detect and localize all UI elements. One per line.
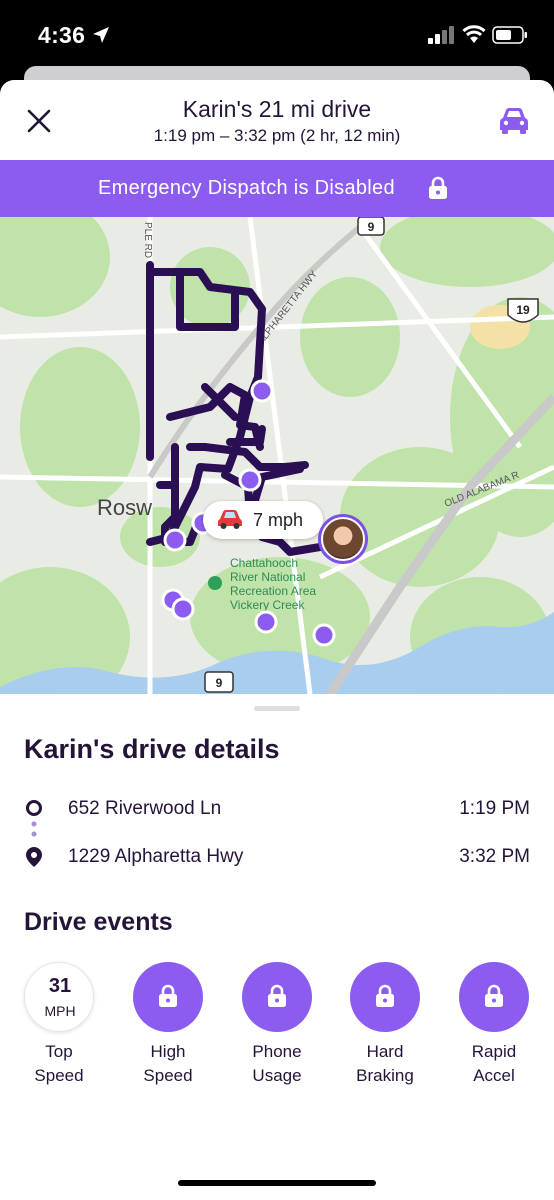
drive-title: Karin's 21 mi drive xyxy=(182,96,372,122)
location-arrow-icon xyxy=(93,27,109,43)
stop-marker[interactable] xyxy=(238,468,262,492)
maple-rd-label: PLE RD xyxy=(142,222,153,258)
battery-icon xyxy=(492,26,527,44)
drive-details-title: Karin's drive details xyxy=(24,734,280,764)
roswell-label: Rosw xyxy=(97,495,152,520)
home-indicator[interactable] xyxy=(178,1180,376,1186)
phone-usage-label: Phone Usage xyxy=(252,1042,302,1085)
header: Karin's 21 mi drive 1:19 pm – 3:32 pm (2… xyxy=(0,80,554,160)
start-point-icon xyxy=(26,800,42,816)
event-rapid-accel[interactable]: Rapid Accel xyxy=(448,962,540,1092)
end-address: 1229 Alpharetta Hwy xyxy=(68,846,244,867)
emergency-dispatch-banner[interactable]: Emergency Dispatch is Disabled xyxy=(0,160,554,217)
lock-icon xyxy=(429,176,447,199)
route-dots xyxy=(31,821,37,837)
lock-icon xyxy=(376,984,394,1007)
start-row: 652 Riverwood Ln 1:19 PM xyxy=(0,794,554,824)
driver-avatar[interactable] xyxy=(318,514,368,564)
hard-braking-label: Hard Braking xyxy=(356,1042,414,1085)
rapid-accel-label: Rapid Accel xyxy=(471,1042,517,1085)
top-speed-badge: 31 MPH xyxy=(24,962,94,1032)
stop-marker[interactable] xyxy=(312,623,336,647)
drive-events-title: Drive events xyxy=(24,908,173,936)
status-time: 4:36 xyxy=(38,22,86,48)
map-canvas: 9 19 9 ALPHARETTA HWY OLD ALABAMA R PLE … xyxy=(0,217,554,694)
park-icon xyxy=(208,576,222,590)
stop-marker[interactable] xyxy=(163,528,187,552)
lock-icon xyxy=(268,984,286,1007)
start-time: 1:19 PM xyxy=(459,798,530,819)
cellular-signal-icon xyxy=(428,26,454,44)
lock-icon xyxy=(159,984,177,1007)
top-speed-unit: MPH xyxy=(44,1003,76,1019)
speed-chip: 7 mph xyxy=(203,501,323,539)
phone-usage-badge xyxy=(242,962,312,1032)
car-icon[interactable] xyxy=(498,106,530,136)
drive-map[interactable]: 9 19 9 ALPHARETTA HWY OLD ALABAMA R PLE … xyxy=(0,217,554,694)
drive-sheet: Karin's 21 mi drive 1:19 pm – 3:32 pm (2… xyxy=(0,80,554,1200)
highway-9-bottom-label: 9 xyxy=(216,676,223,690)
stop-marker[interactable] xyxy=(171,597,195,621)
sheet-grabber[interactable] xyxy=(254,706,300,711)
event-high-speed[interactable]: High Speed xyxy=(122,962,214,1092)
rapid-accel-badge xyxy=(459,962,529,1032)
top-speed-label: Top Speed xyxy=(34,1042,84,1085)
emergency-dispatch-text: Emergency Dispatch is Disabled xyxy=(98,177,395,199)
current-speed: 7 mph xyxy=(253,510,304,530)
screen: 4:36 Karin's 21 mi drive 1:19 pm – 3:32 … xyxy=(0,0,554,1200)
high-speed-badge xyxy=(133,962,203,1032)
top-speed-value: 31 xyxy=(48,975,72,997)
event-hard-braking[interactable]: Hard Braking xyxy=(339,962,431,1092)
drive-time-range: 1:19 pm – 3:32 pm (2 hr, 12 min) xyxy=(153,126,401,145)
hard-braking-badge xyxy=(350,962,420,1032)
start-address: 652 Riverwood Ln xyxy=(68,798,222,819)
high-speed-label: High Speed xyxy=(143,1042,193,1085)
event-top-speed[interactable]: 31 MPH Top Speed xyxy=(13,962,105,1092)
status-bar: 4:36 xyxy=(0,0,554,70)
stop-marker[interactable] xyxy=(254,610,278,634)
wifi-icon xyxy=(462,25,486,43)
end-time: 3:32 PM xyxy=(459,846,530,867)
end-pin-icon xyxy=(26,847,42,867)
event-phone-usage[interactable]: Phone Usage xyxy=(231,962,323,1092)
lock-icon xyxy=(485,984,503,1007)
us-19-label: 19 xyxy=(516,303,530,317)
stop-marker[interactable] xyxy=(250,379,274,403)
driver-photo xyxy=(321,517,365,561)
car-emoji-icon xyxy=(218,510,242,529)
highway-9-label: 9 xyxy=(368,220,375,234)
end-row: 1229 Alpharetta Hwy 3:32 PM xyxy=(0,842,554,872)
